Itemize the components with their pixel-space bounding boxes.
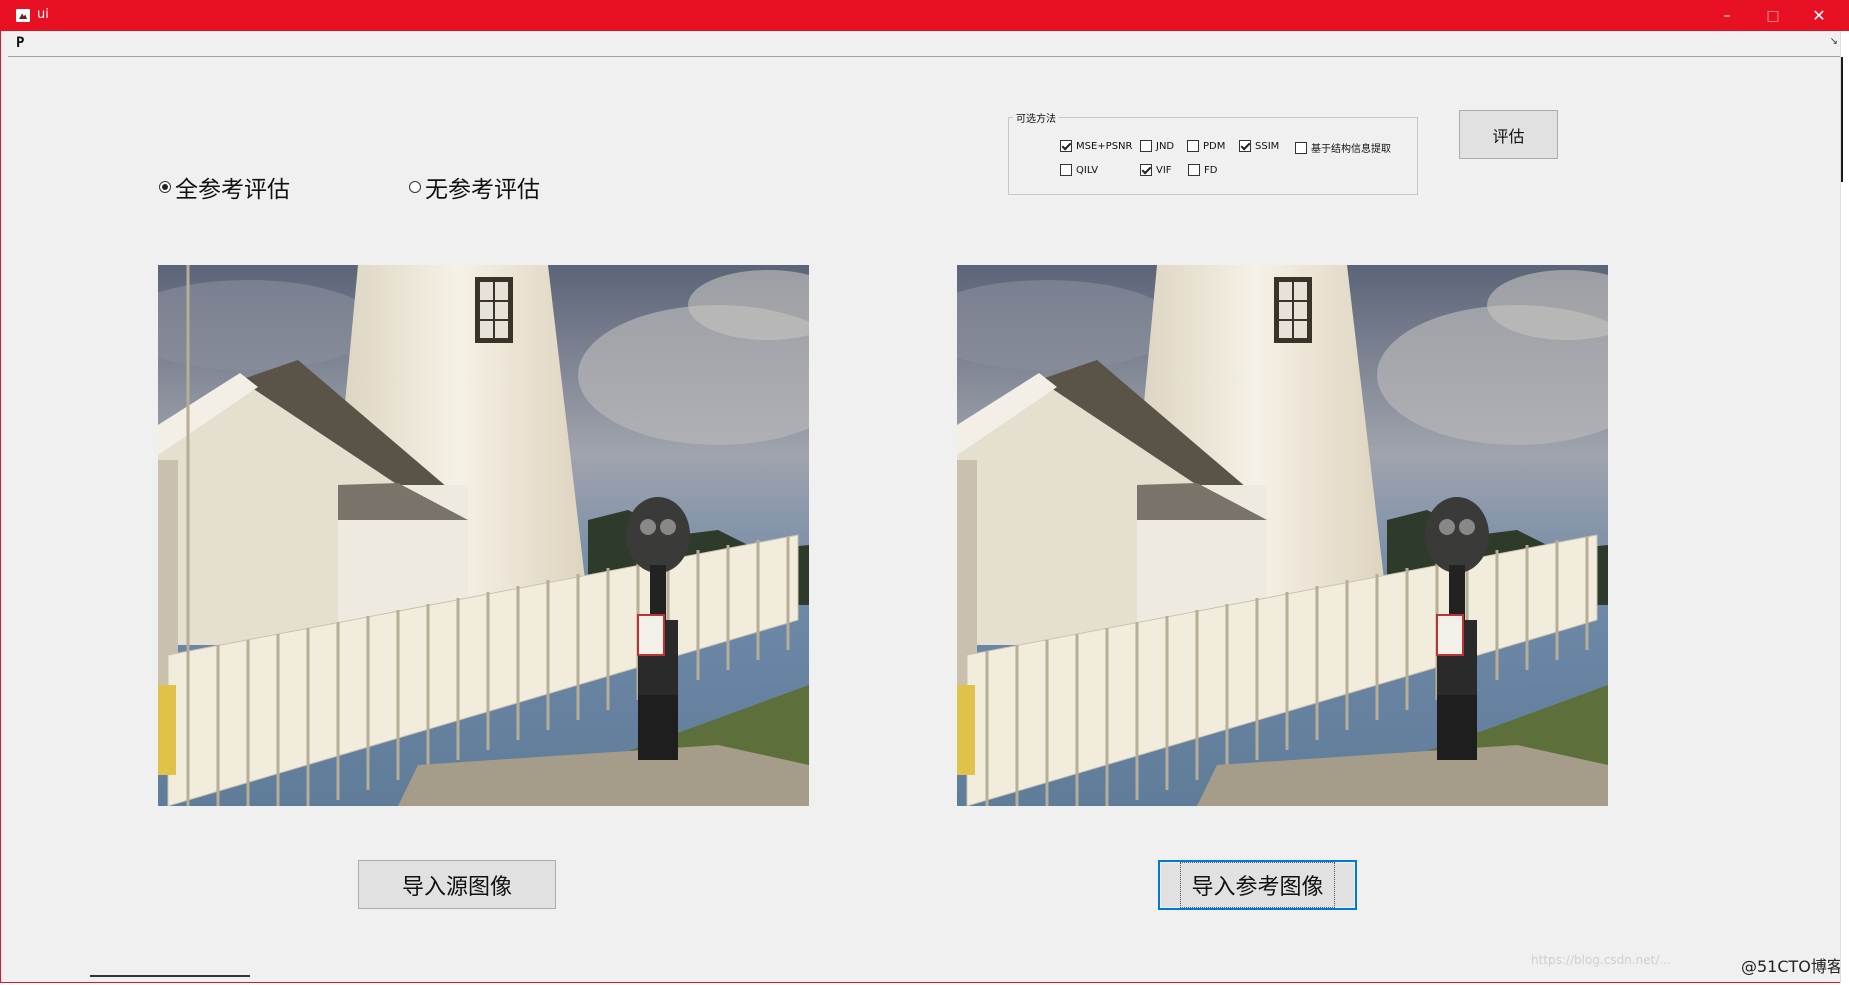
app-icon — [16, 9, 30, 22]
checkbox-label: MSE+PSNR — [1076, 140, 1133, 152]
close-button[interactable]: ✕ — [1796, 1, 1842, 31]
window-title: ui — [37, 7, 49, 22]
checkbox-structure-info[interactable]: 基于结构信息提取 — [1295, 140, 1391, 155]
import-reference-label: 导入参考图像 — [1180, 862, 1335, 908]
lighthouse-photo-icon — [158, 265, 809, 806]
radio-selected-icon[interactable] — [159, 181, 171, 193]
checkbox-unchecked-icon[interactable] — [1188, 164, 1200, 176]
radio-full-reference-label: 全参考评估 — [175, 177, 290, 203]
import-reference-button[interactable]: 导入参考图像 — [1158, 860, 1357, 910]
import-source-button[interactable]: 导入源图像 — [358, 860, 556, 909]
checkbox-label: 基于结构信息提取 — [1311, 144, 1391, 155]
checkbox-label: SSIM — [1255, 140, 1280, 152]
watermark-brand: @51CTO博客 — [1741, 957, 1843, 976]
radio-no-reference[interactable]: 无参考评估 — [409, 173, 540, 203]
evaluate-button[interactable]: 评估 — [1459, 110, 1558, 159]
radio-no-reference-label: 无参考评估 — [425, 177, 540, 203]
taskbar-fragment — [90, 975, 250, 985]
checkbox-mse-psnr[interactable]: MSE+PSNR — [1060, 140, 1132, 152]
checkbox-unchecked-icon[interactable] — [1187, 140, 1199, 152]
radio-unselected-icon[interactable] — [409, 181, 421, 193]
checkbox-unchecked-icon[interactable] — [1140, 140, 1152, 152]
checkbox-label: PDM — [1203, 140, 1226, 152]
reference-image — [957, 265, 1608, 806]
checkbox-unchecked-icon[interactable] — [1295, 141, 1307, 154]
maximize-button[interactable]: □ — [1750, 1, 1796, 31]
methods-group — [1008, 117, 1418, 195]
checkbox-checked-icon[interactable] — [1239, 140, 1251, 152]
app-window: ui – □ ✕ P ↘ 全参考评估 无参考评估 可选方法 MSE+PSNR J… — [0, 0, 1849, 983]
checkbox-checked-icon[interactable] — [1060, 140, 1072, 152]
title-bar[interactable]: ui – □ ✕ — [1, 1, 1848, 31]
checkbox-label: JND — [1156, 140, 1175, 152]
menu-item-p[interactable]: P — [16, 35, 24, 51]
checkbox-qilv[interactable]: QILV — [1060, 164, 1098, 176]
watermark-url: https://blog.csdn.net/... — [1531, 953, 1671, 967]
checkbox-label: VIF — [1156, 164, 1172, 176]
radio-full-reference[interactable]: 全参考评估 — [159, 173, 290, 203]
checkbox-fd[interactable]: FD — [1188, 164, 1217, 176]
checkbox-unchecked-icon[interactable] — [1060, 164, 1072, 176]
checkbox-label: FD — [1204, 164, 1218, 176]
checkbox-jnd[interactable]: JND — [1140, 140, 1174, 152]
lighthouse-photo-icon — [957, 265, 1608, 806]
checkbox-label: QILV — [1076, 164, 1099, 176]
menu-bar: P ↘ — [8, 32, 1842, 57]
minimize-button[interactable]: – — [1704, 1, 1750, 31]
scroll-indicator[interactable] — [1841, 57, 1843, 182]
dock-icon[interactable]: ↘ — [1830, 36, 1838, 47]
checkbox-pdm[interactable]: PDM — [1187, 140, 1225, 152]
checkbox-vif[interactable]: VIF — [1140, 164, 1172, 176]
checkbox-ssim[interactable]: SSIM — [1239, 140, 1279, 152]
checkbox-checked-icon[interactable] — [1140, 164, 1152, 176]
source-image — [158, 265, 809, 806]
methods-group-label: 可选方法 — [1013, 110, 1059, 125]
